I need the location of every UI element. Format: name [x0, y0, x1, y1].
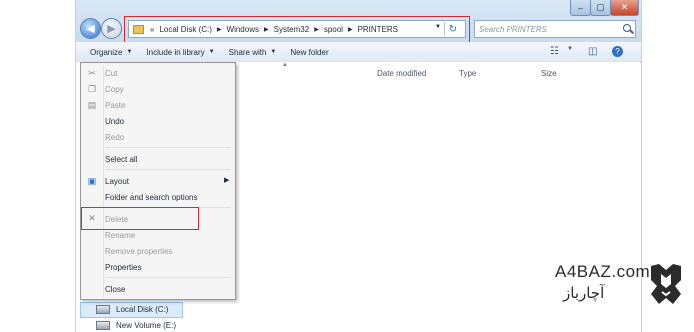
sort-caret-icon: ▲ [282, 62, 288, 68]
chevron-right-icon[interactable]: ▶ [348, 26, 353, 33]
copy-icon: ❐ [87, 83, 97, 94]
new-folder-button[interactable]: New folder [290, 48, 328, 57]
menu-separator [105, 169, 231, 170]
title-bar: – ▢ ✕ ◀ ▶ « Local Disk (C:) ▶ Windows ▶ … [76, 0, 641, 44]
context-menu: ✂ Cut ❐ Copy ▤ Paste Undo Redo Select al… [80, 62, 236, 300]
breadcrumb-printers[interactable]: PRINTERS [358, 25, 398, 34]
column-size[interactable]: Size [541, 69, 557, 78]
menu-item-paste[interactable]: Paste [105, 99, 125, 111]
close-window-button[interactable]: ✕ [610, 0, 639, 16]
column-date-modified[interactable]: Date modified [377, 69, 426, 78]
menu-item-properties[interactable]: Properties [105, 261, 141, 273]
chevron-down-icon: ▼ [126, 49, 133, 55]
clipboard-icon: ▤ [87, 99, 97, 110]
breadcrumb-system32[interactable]: System32 [274, 25, 310, 34]
scissors-icon: ✂ [88, 67, 96, 78]
chevron-right-icon[interactable]: ▶ [217, 26, 222, 33]
chevron-right-icon[interactable]: ▶ [314, 26, 319, 33]
preview-pane-icon[interactable]: ◫ [588, 46, 597, 57]
submenu-arrow-icon: ▶ [224, 177, 230, 184]
minimize-button[interactable]: – [570, 0, 591, 16]
breadcrumb-local-disk[interactable]: Local Disk (C:) [159, 25, 211, 34]
menu-item-layout[interactable]: Layout [105, 175, 129, 187]
share-with-button[interactable]: Share with ▼ [229, 48, 277, 57]
menu-item-close[interactable]: Close [105, 283, 125, 295]
forward-arrow-icon: ▶ [107, 23, 116, 35]
refresh-icon[interactable]: ↻ [444, 22, 461, 36]
brand-logo: A4BAZ.com آچارباز [555, 262, 685, 308]
organize-button[interactable]: Organize ▼ [90, 48, 132, 57]
menu-item-select-all[interactable]: Select all [105, 153, 137, 165]
nav-item-local-disk[interactable]: Local Disk (C:) [96, 305, 168, 314]
delete-highlight [81, 207, 199, 230]
include-in-library-label: Include in library [146, 47, 205, 57]
folder-icon [133, 24, 144, 34]
nav-item-new-volume[interactable]: New Volume (E:) [96, 321, 176, 330]
menu-item-copy[interactable]: Copy [105, 83, 124, 95]
view-options-icon[interactable]: ☷ [550, 46, 559, 57]
drive-icon [96, 321, 110, 330]
nav-item-label: New Volume (E:) [116, 321, 177, 330]
menu-separator [105, 277, 231, 278]
breadcrumb-windows[interactable]: Windows [227, 25, 259, 34]
breadcrumb-spool[interactable]: spool [324, 25, 343, 34]
brand-latin: A4BAZ.com [555, 262, 651, 281]
chevron-down-icon[interactable]: ▼ [567, 46, 573, 52]
chevron-right-icon[interactable]: ▶ [264, 26, 269, 33]
help-icon[interactable]: ? [612, 46, 623, 57]
organize-label: Organize [90, 47, 123, 57]
maximize-button[interactable]: ▢ [590, 0, 611, 16]
include-in-library-button[interactable]: Include in library ▼ [146, 48, 214, 57]
address-bar[interactable]: « Local Disk (C:) ▶ Windows ▶ System32 ▶… [128, 20, 466, 38]
forward-button[interactable]: ▶ [101, 18, 122, 39]
chevron-down-icon: ▼ [208, 49, 215, 55]
menu-item-remove-properties[interactable]: Remove properties [105, 245, 173, 257]
menu-separator [105, 147, 231, 148]
menu-item-folder-search-options[interactable]: Folder and search options [105, 191, 198, 203]
column-type[interactable]: Type [459, 69, 476, 78]
nav-item-label: Local Disk (C:) [116, 305, 169, 314]
chevron-down-icon: ▼ [270, 49, 277, 55]
search-placeholder: Search PRINTERS [479, 24, 548, 34]
share-with-label: Share with [228, 47, 267, 57]
menu-item-redo[interactable]: Redo [105, 131, 124, 143]
breadcrumb-overflow[interactable]: « [150, 25, 154, 34]
brand-persian: آچارباز [563, 285, 605, 302]
search-icon[interactable] [623, 24, 631, 32]
menu-item-rename[interactable]: Rename [105, 229, 135, 241]
menu-gutter [103, 65, 104, 297]
back-arrow-icon: ◀ [86, 23, 95, 35]
menu-item-cut[interactable]: Cut [105, 67, 117, 79]
menu-item-undo[interactable]: Undo [105, 115, 124, 127]
search-input[interactable]: Search PRINTERS [474, 20, 636, 38]
command-bar: Organize ▼ Include in library ▼ Share with… [76, 42, 641, 63]
layout-icon: ▣ [87, 175, 97, 186]
back-button[interactable]: ◀ [80, 18, 101, 39]
wrench-shield-icon [651, 264, 681, 304]
drive-icon [96, 305, 110, 314]
chevron-down-icon[interactable]: ▼ [435, 24, 441, 30]
